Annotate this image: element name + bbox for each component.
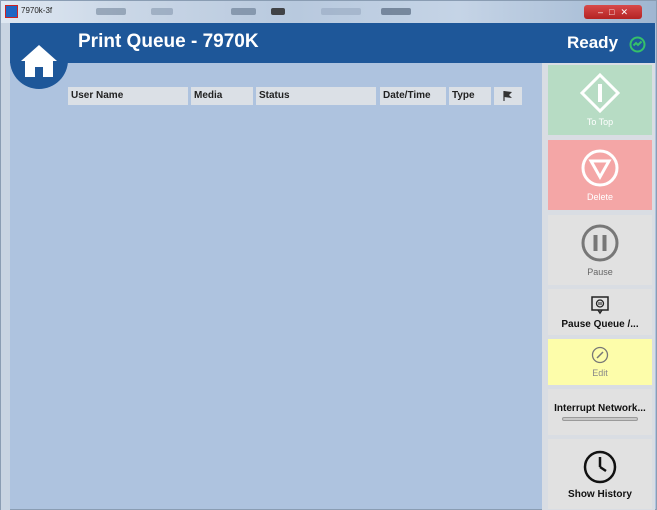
delete-button[interactable]: Delete (548, 140, 652, 210)
show-history-label: Show History (568, 488, 632, 500)
titlebar-decoration (231, 8, 256, 15)
titlebar-decoration (96, 8, 126, 15)
flag-icon (503, 91, 512, 101)
interrupt-network-button[interactable]: Interrupt Network... (548, 389, 652, 435)
home-icon[interactable] (19, 41, 59, 81)
to-top-icon (580, 73, 620, 113)
maximize-icon[interactable]: □ (609, 5, 614, 19)
column-header-user-name[interactable]: User Name (68, 87, 188, 105)
pause-icon (581, 224, 619, 262)
column-header-date-time[interactable]: Date/Time (380, 87, 446, 105)
delete-icon (581, 149, 619, 187)
edit-icon (591, 346, 609, 364)
pause-queue-button[interactable]: Pause Queue /... (548, 289, 652, 335)
app-window: 7970k-3f – □ ✕ Print Queue - 7970K Ready… (0, 0, 657, 510)
window-title: 7970k-3f (21, 6, 53, 15)
to-top-label: To Top (586, 117, 614, 127)
window-controls[interactable]: – □ ✕ (584, 5, 642, 19)
pause-button[interactable]: Pause (548, 215, 652, 285)
status-label: Ready (567, 33, 619, 52)
status-ready-icon (629, 36, 646, 53)
column-header-status[interactable]: Status (256, 87, 376, 105)
clock-icon (583, 450, 617, 483)
interrupt-network-label: Interrupt Network... (554, 403, 646, 414)
to-top-button[interactable]: To Top (548, 65, 652, 135)
edit-button[interactable]: Edit (548, 339, 652, 385)
titlebar-decoration (271, 8, 285, 15)
left-border (1, 23, 10, 510)
column-header-type[interactable]: Type (449, 87, 491, 105)
column-header-flag[interactable] (494, 87, 522, 105)
edit-label: Edit (592, 368, 608, 378)
titlebar-decoration (381, 8, 411, 15)
delete-label: Delete (586, 192, 613, 202)
pause-queue-label: Pause Queue /... (561, 318, 639, 330)
minimize-icon[interactable]: – (598, 5, 603, 19)
pause-queue-icon (591, 295, 609, 314)
titlebar-decoration (321, 8, 361, 15)
app-icon (5, 5, 18, 18)
page-title: Print Queue - 7970K (78, 31, 259, 52)
window-titlebar[interactable]: 7970k-3f – □ ✕ (1, 1, 656, 23)
show-history-button[interactable]: Show History (548, 439, 652, 509)
interrupt-progress-bar (562, 417, 638, 421)
close-icon[interactable]: ✕ (620, 5, 628, 19)
titlebar-decoration (151, 8, 173, 15)
pause-label: Pause (587, 267, 613, 277)
column-header-media[interactable]: Media (191, 87, 253, 105)
